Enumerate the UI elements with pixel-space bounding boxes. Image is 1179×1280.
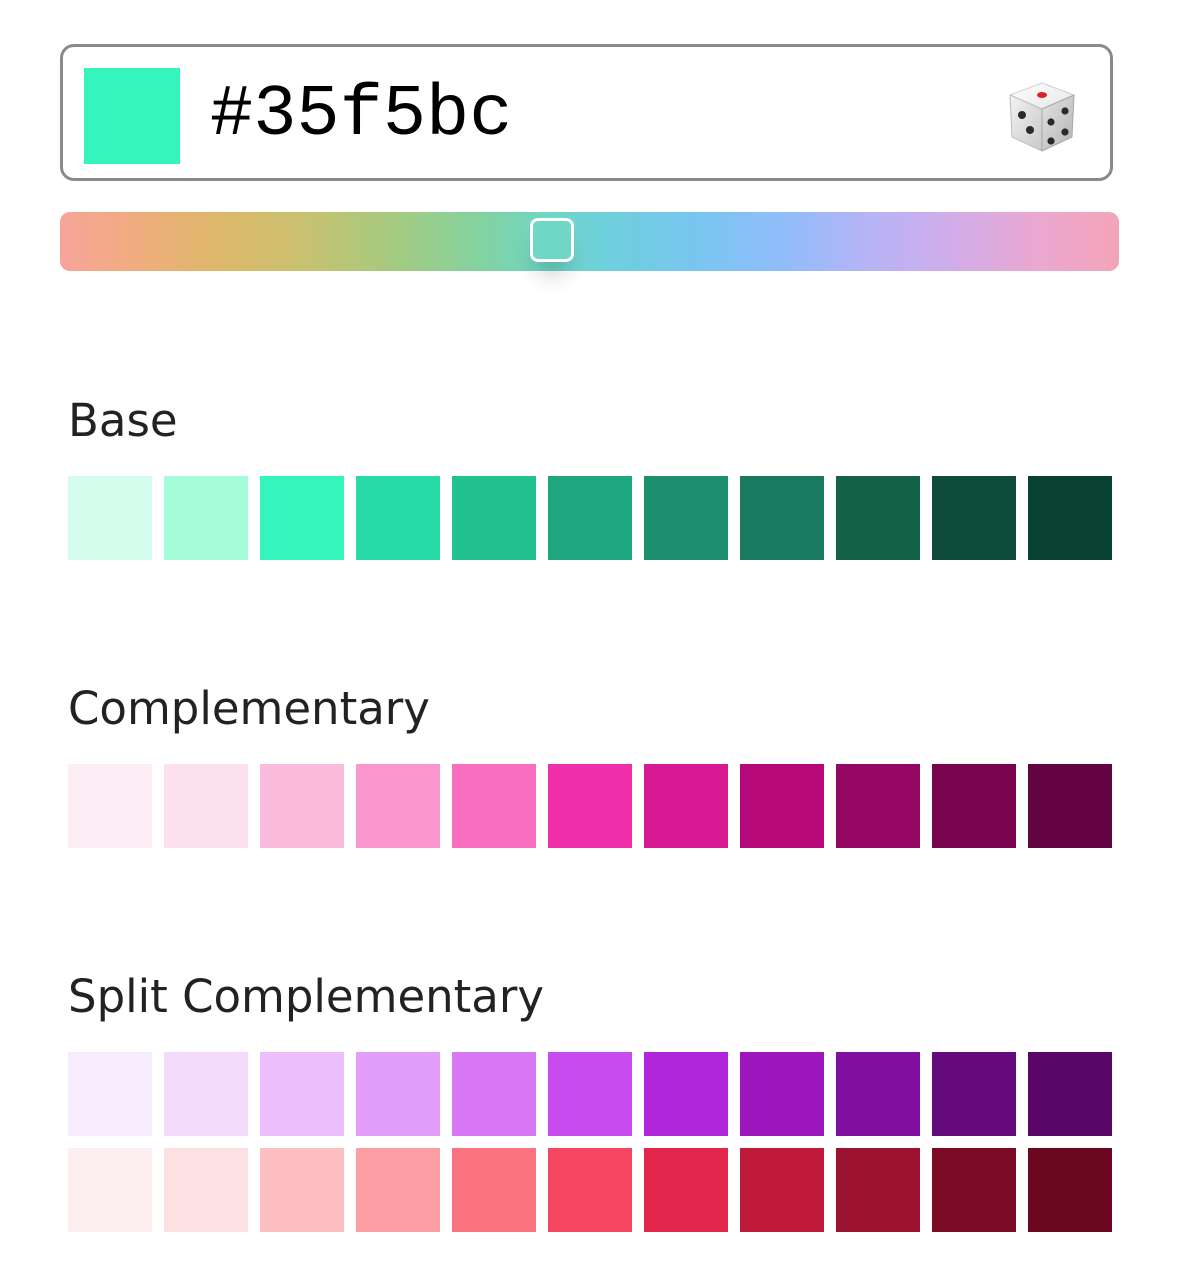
- split-complementary-red-swatch-row: [68, 1148, 1112, 1232]
- split-purple-swatch-10[interactable]: [932, 1052, 1016, 1136]
- complementary-swatch-row: [68, 764, 1112, 848]
- hex-color-input[interactable]: #35f5bc: [60, 44, 1113, 181]
- complementary-swatch-6[interactable]: [548, 764, 632, 848]
- hue-slider-handle[interactable]: [530, 218, 575, 262]
- split-red-swatch-3[interactable]: [260, 1148, 344, 1232]
- split-red-swatch-11[interactable]: [1028, 1148, 1112, 1232]
- base-swatch-9[interactable]: [836, 476, 920, 560]
- split-purple-swatch-11[interactable]: [1028, 1052, 1112, 1136]
- split-purple-swatch-3[interactable]: [260, 1052, 344, 1136]
- hex-value-text[interactable]: #35f5bc: [210, 73, 512, 157]
- base-swatch-2[interactable]: [164, 476, 248, 560]
- base-swatch-3[interactable]: [260, 476, 344, 560]
- complementary-swatch-3[interactable]: [260, 764, 344, 848]
- base-swatch-11[interactable]: [1028, 476, 1112, 560]
- split-red-swatch-9[interactable]: [836, 1148, 920, 1232]
- base-swatch-5[interactable]: [452, 476, 536, 560]
- base-swatch-7[interactable]: [644, 476, 728, 560]
- complementary-swatch-9[interactable]: [836, 764, 920, 848]
- section-title-base: Base: [68, 394, 178, 447]
- split-purple-swatch-8[interactable]: [740, 1052, 824, 1136]
- complementary-swatch-2[interactable]: [164, 764, 248, 848]
- split-red-swatch-1[interactable]: [68, 1148, 152, 1232]
- split-red-swatch-2[interactable]: [164, 1148, 248, 1232]
- split-red-swatch-6[interactable]: [548, 1148, 632, 1232]
- base-swatch-row: [68, 476, 1112, 560]
- complementary-swatch-10[interactable]: [932, 764, 1016, 848]
- complementary-swatch-4[interactable]: [356, 764, 440, 848]
- base-swatch-6[interactable]: [548, 476, 632, 560]
- split-red-swatch-4[interactable]: [356, 1148, 440, 1232]
- complementary-swatch-1[interactable]: [68, 764, 152, 848]
- complementary-swatch-7[interactable]: [644, 764, 728, 848]
- split-red-swatch-8[interactable]: [740, 1148, 824, 1232]
- split-red-swatch-5[interactable]: [452, 1148, 536, 1232]
- split-complementary-purple-swatch-row: [68, 1052, 1112, 1136]
- split-red-swatch-10[interactable]: [932, 1148, 1016, 1232]
- base-swatch-10[interactable]: [932, 476, 1016, 560]
- split-purple-swatch-6[interactable]: [548, 1052, 632, 1136]
- split-purple-swatch-7[interactable]: [644, 1052, 728, 1136]
- section-title-complementary: Complementary: [68, 682, 430, 735]
- split-purple-swatch-4[interactable]: [356, 1052, 440, 1136]
- split-red-swatch-7[interactable]: [644, 1148, 728, 1232]
- base-swatch-8[interactable]: [740, 476, 824, 560]
- split-purple-swatch-2[interactable]: [164, 1052, 248, 1136]
- dice-icon[interactable]: [1002, 77, 1082, 157]
- split-purple-swatch-5[interactable]: [452, 1052, 536, 1136]
- split-purple-swatch-9[interactable]: [836, 1052, 920, 1136]
- color-preview-swatch[interactable]: [84, 68, 180, 164]
- section-title-split-complementary: Split Complementary: [68, 970, 545, 1023]
- base-swatch-1[interactable]: [68, 476, 152, 560]
- complementary-swatch-5[interactable]: [452, 764, 536, 848]
- hue-slider[interactable]: [60, 212, 1119, 271]
- base-swatch-4[interactable]: [356, 476, 440, 560]
- complementary-swatch-11[interactable]: [1028, 764, 1112, 848]
- complementary-swatch-8[interactable]: [740, 764, 824, 848]
- split-purple-swatch-1[interactable]: [68, 1052, 152, 1136]
